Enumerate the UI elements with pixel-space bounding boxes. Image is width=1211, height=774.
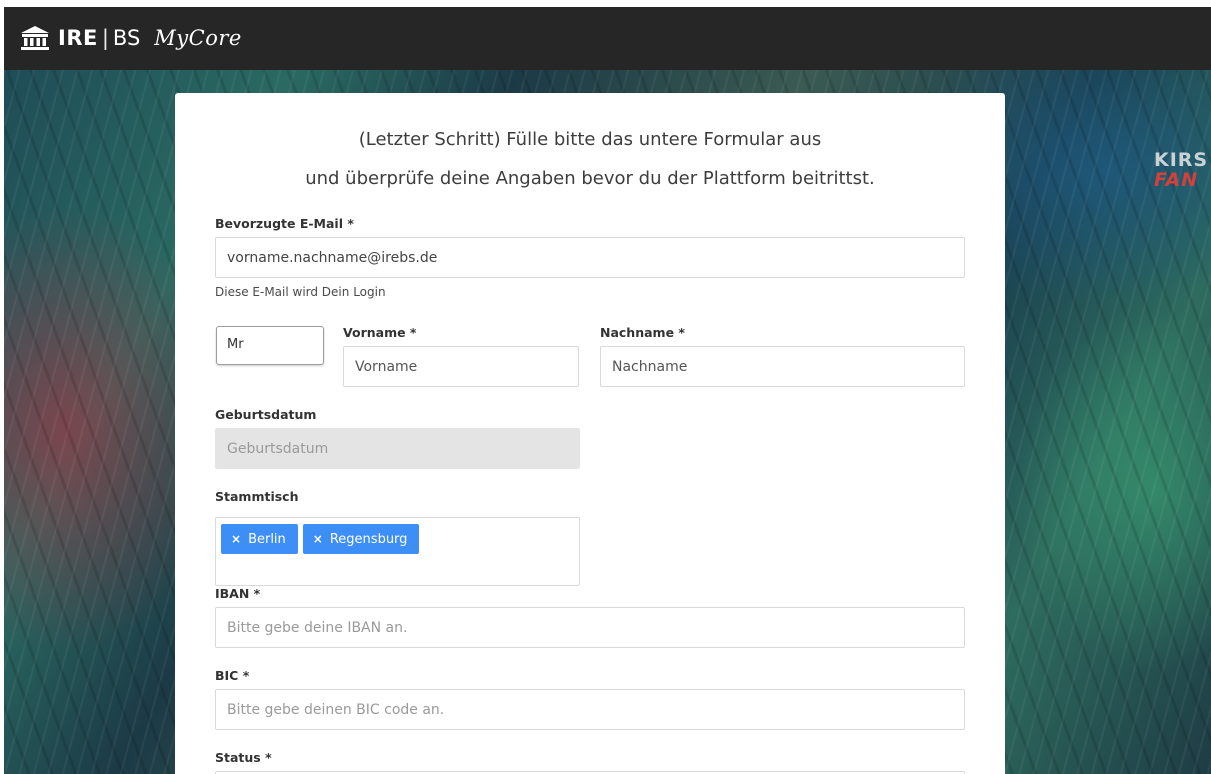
background-sign: KIRS FAN xyxy=(1154,150,1211,190)
bic-label: BIC * xyxy=(215,668,250,683)
bic-input[interactable] xyxy=(215,689,965,730)
firstname-label: Vorname * xyxy=(343,325,417,340)
email-input[interactable] xyxy=(215,237,965,278)
lastname-input[interactable] xyxy=(600,346,965,387)
tag-label: Regensburg xyxy=(329,531,408,547)
logo-separator: | xyxy=(101,26,109,50)
sign-line-2: FAN xyxy=(1154,169,1199,191)
iban-label: IBAN * xyxy=(215,586,261,601)
email-help-text: Diese E-Mail wird Dein Login xyxy=(215,285,386,299)
app-logo[interactable]: IRE | BS MyCore xyxy=(20,21,242,55)
institution-building-icon xyxy=(21,26,49,50)
firstname-input[interactable] xyxy=(343,346,579,387)
salutation-select[interactable]: Mr xyxy=(216,326,324,365)
logo-bs-text: BS xyxy=(112,26,141,50)
iban-input[interactable] xyxy=(215,607,965,648)
stammtisch-tag-berlin: × Berlin xyxy=(221,524,298,554)
email-label: Bevorzugte E-Mail * xyxy=(215,216,354,231)
salutation-value: Mr xyxy=(227,337,244,352)
status-label: Status * xyxy=(215,750,272,765)
stammtisch-label: Stammtisch xyxy=(215,489,299,504)
remove-tag-icon[interactable]: × xyxy=(313,532,323,546)
stammtisch-multiselect[interactable]: × Berlin × Regensburg xyxy=(215,517,580,586)
sign-line-1: KIRS xyxy=(1154,149,1209,171)
form-intro-line-2: und überprüfe deine Angaben bevor du der… xyxy=(305,168,875,189)
logo-ire-text: IRE xyxy=(58,26,98,50)
app-frame: IRE | BS MyCore KIRS FAN (Letzter Schrit… xyxy=(4,7,1211,774)
birthdate-input[interactable] xyxy=(215,428,580,469)
registration-form-card: (Letzter Schritt) Fülle bitte das untere… xyxy=(175,93,1005,774)
logo-mycore-text: MyCore xyxy=(154,26,242,50)
tag-label: Berlin xyxy=(248,531,286,547)
birthdate-label: Geburtsdatum xyxy=(215,407,317,422)
form-intro-line-1: (Letzter Schritt) Fülle bitte das untere… xyxy=(358,129,822,150)
top-navbar: IRE | BS MyCore xyxy=(4,7,1211,70)
lastname-label: Nachname * xyxy=(600,325,685,340)
remove-tag-icon[interactable]: × xyxy=(231,532,241,546)
stammtisch-tag-regensburg: × Regensburg xyxy=(302,524,420,554)
